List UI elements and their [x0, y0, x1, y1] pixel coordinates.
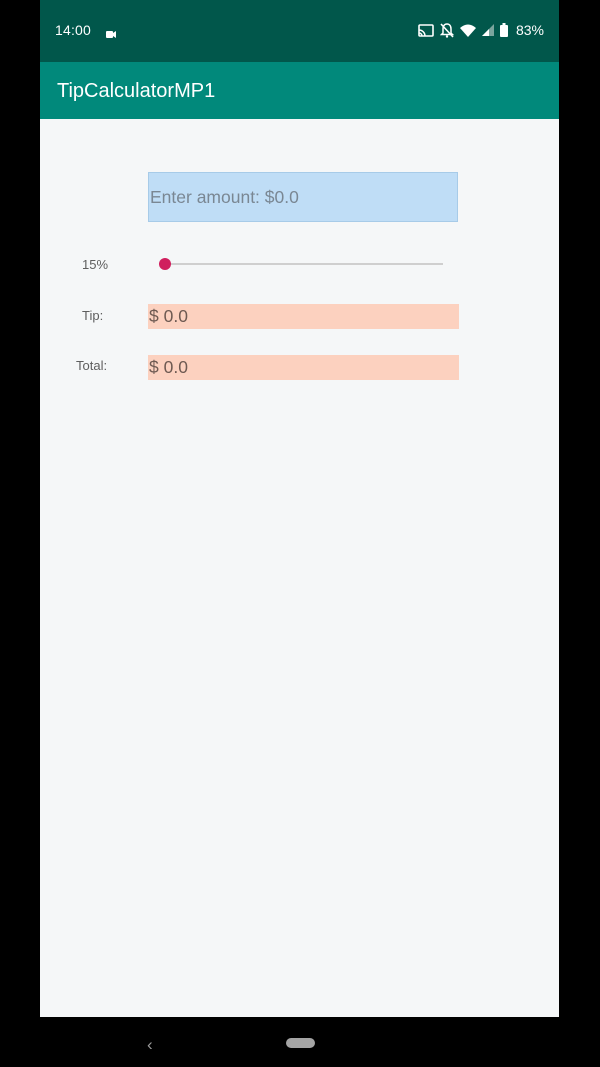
total-label: Total:	[76, 358, 108, 373]
status-icons: 83%	[418, 20, 544, 40]
status-bar: 14:00 83%	[40, 0, 559, 62]
signal-icon	[481, 24, 494, 36]
status-time: 14:00	[55, 22, 92, 38]
cast-icon	[418, 23, 434, 37]
home-pill-icon[interactable]	[286, 1038, 315, 1048]
tip-label: Tip:	[82, 308, 104, 323]
total-value: $ 0.0	[149, 357, 188, 377]
amount-placeholder: Enter amount: $0.0	[150, 186, 299, 207]
total-value-box: $ 0.0	[148, 355, 459, 380]
battery-percent: 83%	[515, 22, 544, 38]
phone-screen: 14:00 83% TipCalculatorMP1 Enter amount:…	[40, 0, 559, 1017]
tip-percent-label: 15%	[82, 257, 109, 272]
amount-input[interactable]: Enter amount: $0.0	[148, 172, 458, 222]
tip-slider-track[interactable]	[163, 263, 443, 265]
app-title: TipCalculatorMP1	[57, 80, 216, 102]
app-bar: TipCalculatorMP1	[40, 62, 559, 119]
notifications-off-icon	[439, 22, 454, 38]
tip-slider-thumb[interactable]	[159, 258, 171, 270]
tip-value-box: $ 0.0	[148, 304, 459, 329]
wifi-icon	[459, 24, 476, 37]
battery-icon	[499, 23, 508, 37]
video-camera-icon	[106, 25, 116, 43]
tip-value: $ 0.0	[149, 306, 188, 326]
back-icon[interactable]: ‹	[147, 1035, 153, 1055]
